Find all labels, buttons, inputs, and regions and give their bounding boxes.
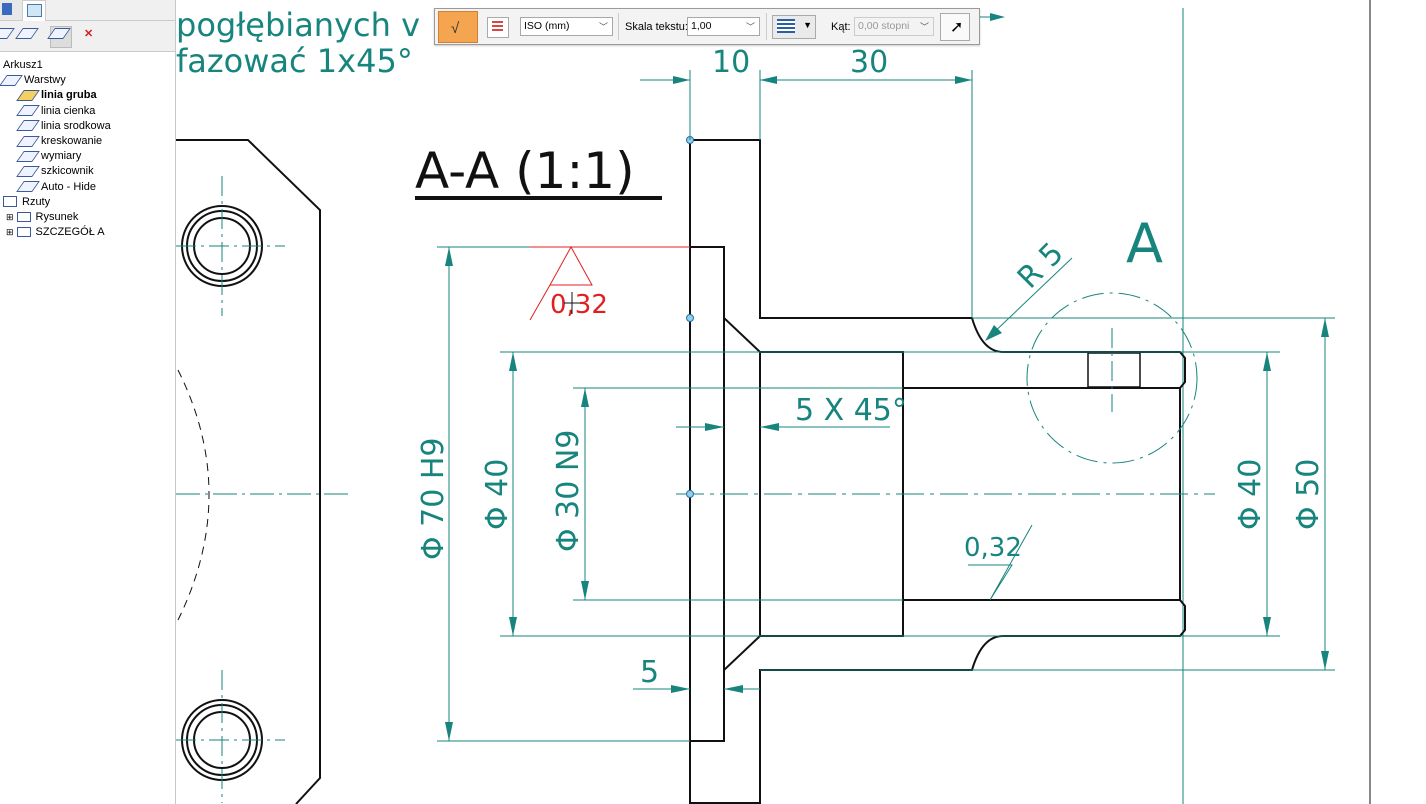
hidden-layer-icon [16,150,40,162]
view-icon [3,196,17,208]
direction-button[interactable]: ➚ [940,13,970,41]
angle-label: Kąt: [831,21,851,33]
tree-layers[interactable]: Warstwy [0,73,175,88]
layer-label: linia srodkowa [41,119,111,132]
text-scale-label: Skala tekstu: [625,21,688,33]
separator [766,13,767,40]
layer-item[interactable]: linia gruba [0,88,175,103]
layer-tools: ✕ [0,21,175,52]
layer-item[interactable]: Auto - Hide [0,180,175,195]
layer-icon [16,135,40,147]
dim-phi40-outer[interactable]: Φ 40 [1233,459,1268,530]
layer-label: Auto - Hide [41,180,97,193]
layer-tree: Arkusz1 Warstwy linia gruba linia cienka… [0,52,175,240]
separator [618,13,619,40]
expand-icon[interactable]: ⊞ [6,212,14,222]
dim-chamfer[interactable]: 5 X 45° [795,393,907,428]
layer-label: kreskowanie [41,135,103,148]
table-icon [492,21,503,33]
layers-label: Warstwy [24,74,66,87]
arrowhead [990,13,1005,21]
layer-icon [16,120,40,132]
dim-10[interactable]: 10 [712,45,750,80]
panel-tabs [0,0,175,21]
surface-finish-preview-value: 0,32 [550,290,608,320]
move-to-layer-button[interactable] [47,26,72,48]
leader-icon [777,19,795,33]
dropdown-arrow-icon: ▼ [803,20,812,30]
layer-label: wymiary [41,150,82,163]
view-item[interactable]: ⊞ SZCZEGÓŁ A [0,225,175,240]
standard-value: ISO (mm) [524,20,570,32]
layer-label: linia gruba [41,89,97,102]
dim-phi40-bore[interactable]: Φ 40 [480,459,515,530]
views-tab[interactable] [22,0,46,21]
leader-options-button[interactable]: ▼ [772,15,816,39]
front-view [176,139,350,804]
expand-icon[interactable]: ⊞ [6,227,14,237]
activate-layer-button[interactable] [15,26,40,48]
tree-views[interactable]: Rzuty [0,195,175,210]
layers-tab[interactable] [0,0,22,20]
layer-label: szkicownik [41,165,94,178]
layer-item[interactable]: szkicownik [0,164,175,179]
dim-5[interactable]: 5 [640,655,659,690]
grip-handle[interactable] [686,490,694,498]
arrow-icon: ➚ [950,19,964,36]
delete-icon: ✕ [84,28,94,40]
text-scale-value: 1,00 [691,20,712,32]
note-line-1: pogłębianych v [176,6,420,44]
views-label: Rzuty [22,195,51,208]
surface-texture-button[interactable]: √ [438,11,478,43]
drawing-canvas[interactable]: pogłębianych v fazować 1x45° A-A (1:1) 1… [0,0,1426,804]
properties-button[interactable] [487,17,509,38]
dim-30[interactable]: 30 [850,45,888,80]
surface-texture-command-bar: √ ISO (mm) ﹀ Skala tekstu: 1,00 ﹀ ▼ Kąt: 0… [434,8,980,45]
layer-icon [16,181,40,193]
chevron-down-icon: ﹀ [598,22,608,32]
note-line-2: fazować 1x45° [176,42,413,80]
tree-root[interactable]: Arkusz1 [0,58,175,73]
pathfinder-panel: ✕ Arkusz1 Warstwy linia gruba linia cien… [0,0,176,804]
chevron-down-icon: ﹀ [919,22,929,32]
view-label: SZCZEGÓŁ A [35,226,105,239]
views-tab-icon [27,4,42,17]
cross-hole [1087,352,1141,388]
view-icon [16,212,31,223]
chevron-down-icon: ﹀ [745,22,755,32]
dim-phi50[interactable]: Φ 50 [1291,459,1326,530]
dim-phi30-n9[interactable]: Φ 30 N9 [551,430,586,552]
surface-finish-preview: 0,32 [529,245,608,321]
angle-select[interactable]: 0,00 stopni ﹀ [854,17,934,36]
layer-label: linia cienka [41,104,96,117]
delete-layer-button[interactable]: ✕ [83,26,105,48]
grip-handle[interactable] [686,314,694,322]
standard-select[interactable]: ISO (mm) ﹀ [520,17,613,36]
surface-finish-value[interactable]: 0,32 [964,533,1022,563]
angle-value: 0,00 stopni [858,20,910,32]
dim-phi70-h9[interactable]: Φ 70 H9 [416,437,451,560]
layer-item[interactable]: linia cienka [0,104,175,119]
layer-icon [16,105,40,117]
layers-icon [0,74,23,86]
move-layer-icon [47,27,71,39]
view-icon [16,227,31,238]
layer-icon [0,27,15,39]
layer-item[interactable]: linia srodkowa [0,119,175,134]
view-label: Rysunek [35,211,79,224]
section-title: A-A (1:1) [415,142,635,200]
layer-item[interactable]: kreskowanie [0,134,175,149]
layer-arrow-icon [15,27,39,39]
new-layer-button[interactable] [0,26,16,48]
detail-label[interactable]: A [1126,212,1163,275]
layers-tab-icon [2,3,12,15]
surface-texture-icon: √ [451,20,460,37]
dim-r5[interactable]: R 5 [1011,236,1071,296]
active-layer-icon [16,90,40,101]
hidden-layer-icon [16,166,40,178]
view-item[interactable]: ⊞ Rysunek [0,210,175,225]
text-scale-select[interactable]: 1,00 ﹀ [687,17,760,36]
layer-item[interactable]: wymiary [0,149,175,164]
